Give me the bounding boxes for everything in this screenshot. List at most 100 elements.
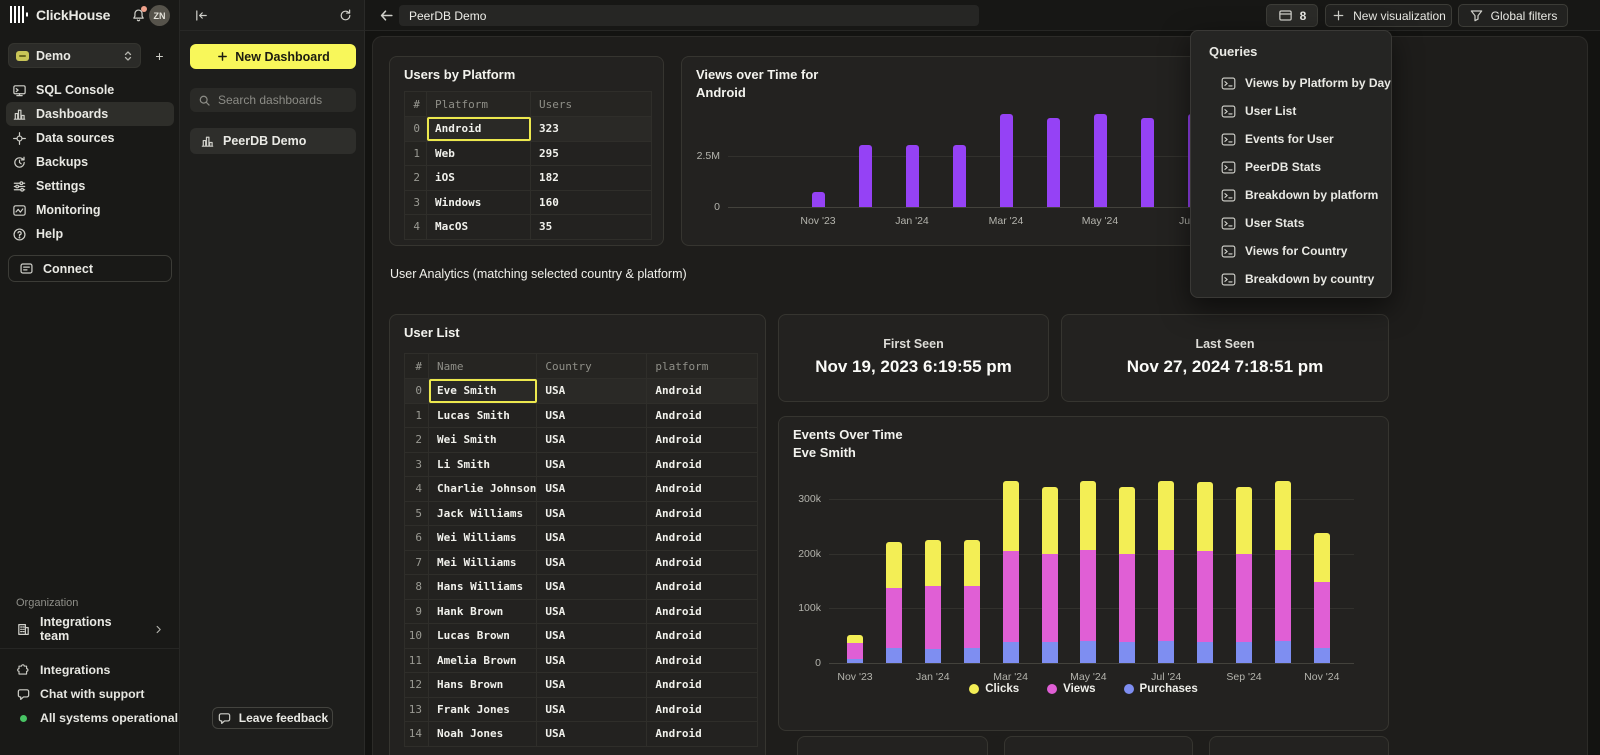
table-cell[interactable]: 0: [405, 117, 427, 142]
connect-button[interactable]: Connect: [8, 255, 172, 282]
workspace-select[interactable]: Demo: [8, 43, 141, 68]
table-row[interactable]: 7Mei WilliamsUSAAndroid: [405, 550, 758, 575]
table-cell[interactable]: 1: [405, 403, 429, 428]
views-bar[interactable]: [906, 145, 919, 207]
events-bar-segment-views[interactable]: [847, 643, 863, 658]
events-bar-segment-purchases[interactable]: [1080, 641, 1096, 663]
table-row[interactable]: 2Wei SmithUSAAndroid: [405, 428, 758, 453]
events-bar-segment-clicks[interactable]: [925, 540, 941, 587]
table-cell[interactable]: USA: [537, 501, 647, 526]
events-bar-segment-clicks[interactable]: [847, 635, 863, 643]
events-bar-segment-clicks[interactable]: [1158, 481, 1174, 549]
table-cell[interactable]: MacOS: [427, 215, 531, 240]
query-item-breakdown-by-country[interactable]: Breakdown by country: [1221, 269, 1374, 289]
events-bar-segment-purchases[interactable]: [925, 649, 941, 663]
table-cell[interactable]: Android: [647, 648, 758, 673]
table-cell[interactable]: Charlie Johnson: [429, 477, 537, 502]
table-cell[interactable]: USA: [537, 526, 647, 551]
events-bar-segment-purchases[interactable]: [1119, 642, 1135, 663]
events-bar-segment-purchases[interactable]: [1158, 641, 1174, 663]
dashboard-list-item[interactable]: PeerDB Demo: [190, 128, 356, 154]
table-cell[interactable]: 6: [405, 526, 429, 551]
table-cell[interactable]: 295: [531, 141, 652, 166]
table-cell[interactable]: Hank Brown: [429, 599, 537, 624]
events-bar-segment-purchases[interactable]: [1197, 642, 1213, 663]
table-row[interactable]: 5Jack WilliamsUSAAndroid: [405, 501, 758, 526]
events-bar-segment-views[interactable]: [1042, 554, 1058, 643]
table-cell[interactable]: USA: [537, 624, 647, 649]
query-item-views-by-platform-by-day[interactable]: Views by Platform by Day: [1221, 73, 1391, 93]
table-cell[interactable]: 11: [405, 648, 429, 673]
table-cell[interactable]: 3: [405, 190, 427, 215]
events-bar-segment-clicks[interactable]: [964, 540, 980, 587]
sidebar-item-integrations-team[interactable]: Integrations team: [6, 617, 174, 641]
table-cell[interactable]: Amelia Brown: [429, 648, 537, 673]
table-cell[interactable]: 14: [405, 722, 429, 747]
events-bar-segment-clicks[interactable]: [1236, 487, 1252, 553]
table-cell[interactable]: Android: [647, 501, 758, 526]
table-cell[interactable]: Wei Smith: [429, 428, 537, 453]
views-bar[interactable]: [812, 192, 825, 207]
table-cell[interactable]: Android: [647, 550, 758, 575]
legend-item-views[interactable]: Views: [1047, 683, 1095, 695]
views-bar[interactable]: [1141, 118, 1154, 207]
views-bar[interactable]: [1000, 114, 1013, 207]
table-row[interactable]: 1Web295: [405, 141, 652, 166]
footer-item-integrations[interactable]: Integrations: [0, 658, 180, 682]
table-cell[interactable]: Android: [647, 722, 758, 747]
dashboard-title-input[interactable]: PeerDB Demo: [399, 5, 979, 26]
events-bar-segment-clicks[interactable]: [1119, 487, 1135, 553]
user-list-table[interactable]: #NameCountryplatform0Eve SmithUSAAndroid…: [404, 353, 758, 747]
table-cell[interactable]: 12: [405, 673, 429, 698]
events-bar-segment-purchases[interactable]: [1314, 648, 1330, 663]
table-cell[interactable]: Li Smith: [429, 452, 537, 477]
table-cell[interactable]: USA: [537, 550, 647, 575]
table-cell[interactable]: Android: [647, 428, 758, 453]
table-cell[interactable]: Wei Williams: [429, 526, 537, 551]
query-item-views-for-country[interactable]: Views for Country: [1221, 241, 1347, 261]
table-cell[interactable]: 4: [405, 215, 427, 240]
table-row[interactable]: 13Frank JonesUSAAndroid: [405, 697, 758, 722]
table-cell[interactable]: Frank Jones: [429, 697, 537, 722]
events-bar-segment-clicks[interactable]: [1197, 482, 1213, 550]
table-cell[interactable]: Android: [647, 477, 758, 502]
table-cell[interactable]: USA: [537, 722, 647, 747]
events-bar-segment-purchases[interactable]: [886, 648, 902, 663]
query-item-breakdown-by-platform[interactable]: Breakdown by platform: [1221, 185, 1378, 205]
table-cell[interactable]: 4: [405, 477, 429, 502]
table-cell[interactable]: Android: [647, 673, 758, 698]
events-bar-segment-clicks[interactable]: [1003, 481, 1019, 550]
query-item-user-list[interactable]: User List: [1221, 101, 1296, 121]
table-cell[interactable]: 323: [531, 117, 652, 142]
events-bar-segment-purchases[interactable]: [964, 648, 980, 663]
table-cell[interactable]: Web: [427, 141, 531, 166]
table-cell[interactable]: 13: [405, 697, 429, 722]
table-cell[interactable]: Android: [647, 599, 758, 624]
query-item-peerdb-stats[interactable]: PeerDB Stats: [1221, 157, 1321, 177]
table-row[interactable]: 6Wei WilliamsUSAAndroid: [405, 526, 758, 551]
table-cell[interactable]: Noah Jones: [429, 722, 537, 747]
events-bar-segment-clicks[interactable]: [1314, 533, 1330, 582]
events-bar-segment-views[interactable]: [1158, 550, 1174, 641]
events-bar-segment-purchases[interactable]: [1236, 642, 1252, 663]
new-dashboard-button[interactable]: New Dashboard: [190, 44, 356, 69]
table-cell[interactable]: Lucas Smith: [429, 403, 537, 428]
table-cell[interactable]: USA: [537, 648, 647, 673]
table-cell[interactable]: Android: [647, 526, 758, 551]
legend-item-clicks[interactable]: Clicks: [969, 683, 1019, 695]
refresh-icon[interactable]: [338, 8, 353, 23]
table-cell[interactable]: Android: [647, 624, 758, 649]
events-bar-segment-views[interactable]: [964, 586, 980, 648]
table-cell[interactable]: USA: [537, 673, 647, 698]
query-item-user-stats[interactable]: User Stats: [1221, 213, 1304, 233]
table-cell[interactable]: Android: [647, 697, 758, 722]
views-bar[interactable]: [1094, 114, 1107, 207]
table-cell[interactable]: USA: [537, 599, 647, 624]
table-cell[interactable]: USA: [537, 428, 647, 453]
table-cell[interactable]: 2: [405, 166, 427, 191]
table-cell[interactable]: 10: [405, 624, 429, 649]
table-row[interactable]: 14Noah JonesUSAAndroid: [405, 722, 758, 747]
footer-item-all-systems-operational[interactable]: All systems operational: [0, 706, 180, 730]
table-cell[interactable]: USA: [537, 403, 647, 428]
table-row[interactable]: 12Hans BrownUSAAndroid: [405, 673, 758, 698]
